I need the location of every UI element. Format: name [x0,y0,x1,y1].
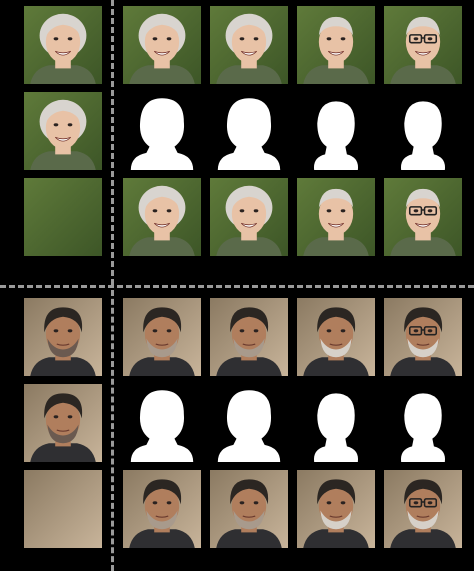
face-woman-edit-image [123,178,201,256]
mask-woman-image [210,92,288,170]
vertical-dashed-separator-top [111,0,114,285]
face-woman-source-image [24,6,102,84]
face-man-edit-glasses-image [384,298,462,376]
face-editing-grid: { "palette": { "background": "#000000", … [0,0,474,571]
face-man-edit-glasses-image [384,470,462,548]
vertical-dashed-separator-bottom [111,290,114,571]
face-man-reference-image [24,384,102,462]
face-woman-edit-image [210,6,288,84]
mask-man-image [123,384,201,462]
face-woman-edit-image [123,6,201,84]
face-woman-edit-glasses-image [384,6,462,84]
background-studio-image [24,470,102,548]
mask-man-short-image [384,384,462,462]
face-man-edit-image [210,298,288,376]
face-man-edit-image [210,470,288,548]
mask-man-image [210,384,288,462]
face-woman-reference-image [24,92,102,170]
face-man-edit-image [123,298,201,376]
face-woman-edit-image [210,178,288,256]
mask-woman-short-image [297,92,375,170]
mask-man-short-image [297,384,375,462]
mask-woman-image [123,92,201,170]
face-woman-edit-glasses-image [384,178,462,256]
face-woman-edit-short-hair-image [297,6,375,84]
face-man-edit-image [123,470,201,548]
face-man-edit-white-beard-image [297,470,375,548]
background-green-image [24,178,102,256]
face-man-source-image [24,298,102,376]
mask-woman-short-image [384,92,462,170]
face-man-edit-white-beard-image [297,298,375,376]
horizontal-dashed-separator [0,285,474,288]
face-woman-edit-short-hair-image [297,178,375,256]
